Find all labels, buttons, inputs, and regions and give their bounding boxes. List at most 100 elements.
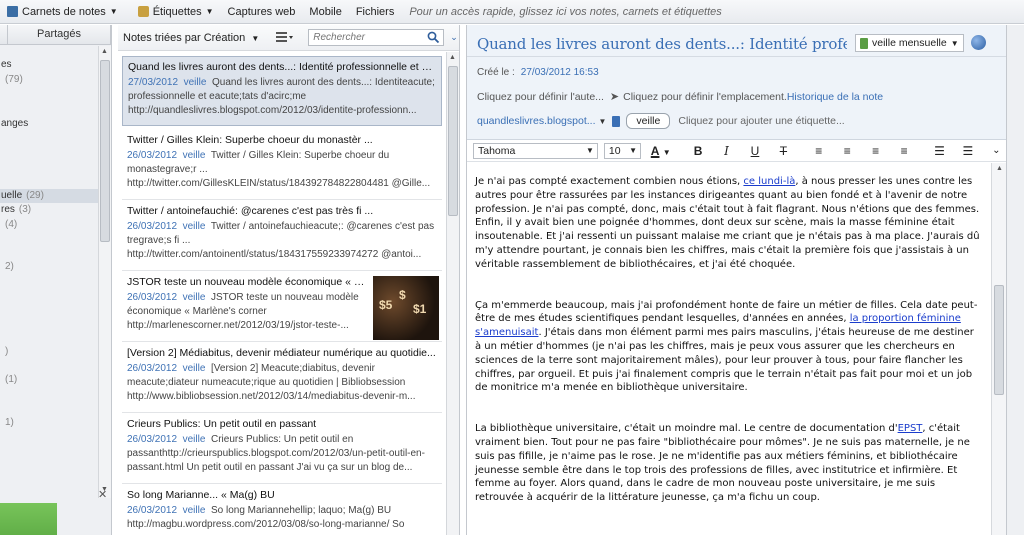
note-date: 27/03/2012	[128, 77, 179, 88]
note-title: JSTOR teste un nouveau modèle économique…	[127, 276, 367, 288]
tag-icon	[137, 6, 149, 17]
chevron-down-icon[interactable]: ▼	[599, 117, 607, 126]
sidebar-item[interactable]	[0, 174, 98, 188]
scrollbar-thumb[interactable]	[448, 66, 458, 216]
chevron-down-icon: ▼	[585, 146, 594, 155]
sidebar-item[interactable]	[0, 146, 98, 160]
scroll-up-icon[interactable]: ▲	[996, 165, 1003, 172]
sidebar-scrollbar[interactable]: ▲ ▼	[98, 46, 111, 498]
search-input[interactable]	[313, 32, 424, 43]
note-body[interactable]: Je n'ai pas compté exactement combien no…	[467, 163, 991, 535]
notebook-list: es (79) anges uelle (29) res (3) (4) 2)) (1) 1)	[0, 46, 98, 486]
note-editor: Quand les livres auront des dents...: Id…	[466, 25, 1007, 535]
numbered-list-icon[interactable]: ☰	[957, 144, 978, 158]
sidebar-item[interactable]	[0, 160, 98, 174]
sidebar-item[interactable]	[0, 359, 98, 373]
location-field[interactable]: Cliquez pour définir l'emplacement.	[623, 91, 787, 103]
underline-icon[interactable]: U	[744, 144, 765, 158]
tab-partial[interactable]	[0, 25, 8, 44]
sidebar-item[interactable]: (79)	[0, 73, 98, 87]
strikethrough-icon[interactable]: T	[773, 144, 794, 158]
sidebar-item-count: 1)	[5, 417, 14, 428]
sidebar-item[interactable]	[0, 401, 98, 415]
chevron-down-icon[interactable]: ⌄	[450, 32, 458, 43]
sidebar-item[interactable]	[0, 274, 98, 288]
sidebar-item[interactable]	[0, 387, 98, 401]
notebook-selector[interactable]: veille mensuelle ▼	[855, 34, 964, 52]
close-icon[interactable]: ✕	[98, 488, 107, 501]
note-item[interactable]: Quand les livres auront des dents...: Id…	[122, 56, 442, 126]
share-globe-icon[interactable]	[971, 35, 986, 50]
editor-scrollbar[interactable]: ▲	[991, 163, 1006, 535]
sidebar-item[interactable]: (1)	[0, 373, 98, 387]
note-notebook: veille	[182, 363, 206, 374]
web-clips-button[interactable]: Captures web	[221, 0, 303, 24]
bullet-list-icon[interactable]: ☰	[929, 144, 950, 158]
note-list-scrollbar[interactable]: ▲	[446, 52, 459, 535]
align-center-icon[interactable]: ≡	[837, 144, 858, 158]
history-link[interactable]: Historique de la note	[787, 91, 883, 103]
scroll-up-icon[interactable]: ▲	[449, 54, 456, 61]
note-item[interactable]: Twitter / Gilles Klein: Superbe choeur d…	[122, 130, 442, 200]
sort-dropdown[interactable]: Notes triées par Création ▼	[123, 32, 259, 44]
sidebar-item[interactable]: anges	[0, 117, 98, 131]
sidebar-item[interactable]	[0, 132, 98, 146]
note-list-pane: Notes triées par Création ▼ ⌄ Quand les …	[118, 25, 460, 535]
tag-chip[interactable]: veille	[626, 113, 671, 129]
sidebar-item[interactable]	[0, 316, 98, 330]
sidebar-item[interactable]	[0, 88, 98, 102]
font-size-select[interactable]: 10 ▼	[603, 142, 642, 159]
author-field[interactable]: Cliquez pour définir l'aute...	[477, 91, 604, 103]
sidebar-item[interactable]: es	[0, 58, 98, 72]
bold-icon[interactable]: B	[687, 144, 708, 158]
align-justify-icon[interactable]: ≡	[893, 144, 914, 158]
files-button[interactable]: Fichiers	[349, 0, 402, 24]
chevron-down-icon: ▼	[950, 38, 959, 48]
sidebar-item[interactable]	[0, 246, 98, 260]
scrollbar-thumb[interactable]	[994, 285, 1004, 395]
sidebar-item[interactable]	[0, 330, 98, 344]
sidebar-item[interactable]: )	[0, 345, 98, 359]
note-item[interactable]: [Version 2] Médiabitus, devenir médiateu…	[122, 343, 442, 413]
sidebar-item[interactable]	[0, 232, 98, 246]
inline-link[interactable]: EPST	[898, 423, 923, 434]
note-title-field[interactable]: Quand les livres auront des dents...: Id…	[477, 35, 847, 53]
font-family-value: Tahoma	[478, 144, 516, 157]
mobile-button[interactable]: Mobile	[302, 0, 348, 24]
scroll-up-icon[interactable]: ▲	[101, 48, 108, 55]
italic-icon[interactable]: I	[716, 144, 737, 158]
sidebar-item-label: es	[1, 59, 12, 70]
note-title: Crieurs Publics: Un petit outil en passa…	[127, 418, 317, 430]
align-left-icon[interactable]: ≡	[808, 144, 829, 158]
sidebar-item[interactable]: (4)	[0, 218, 98, 232]
text-run: , à nous presser les unes contre les aut…	[475, 176, 980, 270]
sidebar-item[interactable]	[0, 302, 98, 316]
scrollbar-thumb[interactable]	[100, 60, 110, 242]
sidebar-item[interactable]: res (3)	[0, 203, 98, 217]
align-right-icon[interactable]: ≡	[865, 144, 886, 158]
tags-menu[interactable]: Étiquettes ▼	[131, 0, 221, 24]
font-family-select[interactable]: Tahoma ▼	[473, 142, 598, 159]
text-color-icon[interactable]: A ▼	[648, 144, 673, 158]
search-box[interactable]	[308, 29, 445, 46]
tab-shared[interactable]: Partagés	[8, 25, 111, 44]
promo-panel[interactable]: ⊱	[0, 503, 57, 535]
note-item[interactable]: JSTOR teste un nouveau modèle économique…	[122, 272, 442, 342]
note-item[interactable]: Twitter / antoinefauchié: @carenes c'est…	[122, 201, 442, 271]
inline-link[interactable]: ce lundi-là	[743, 176, 795, 187]
sidebar-item[interactable]	[0, 103, 98, 117]
note-item[interactable]: Crieurs Publics: Un petit outil en passa…	[122, 414, 442, 484]
view-options-button[interactable]	[276, 30, 302, 46]
sidebar-item[interactable]	[0, 288, 98, 302]
note-item[interactable]: So long Marianne... « Ma(g) BU 26/03/201…	[122, 485, 442, 535]
sidebar-item[interactable]: 2)	[0, 260, 98, 274]
sidebar-item-label: uelle	[1, 190, 23, 201]
add-tag-field[interactable]: Cliquez pour ajouter une étiquette...	[678, 115, 844, 127]
source-url-link[interactable]: quandleslivres.blogspot...	[477, 115, 596, 127]
notebooks-menu[interactable]: Carnets de notes ▼	[0, 0, 125, 24]
sidebar-item[interactable]: 1)	[0, 416, 98, 430]
search-icon[interactable]	[427, 31, 440, 44]
font-size-value: 10	[608, 144, 621, 157]
sidebar-item[interactable]: uelle (29)	[0, 189, 98, 203]
more-options-icon[interactable]: ⌄	[986, 145, 1007, 156]
